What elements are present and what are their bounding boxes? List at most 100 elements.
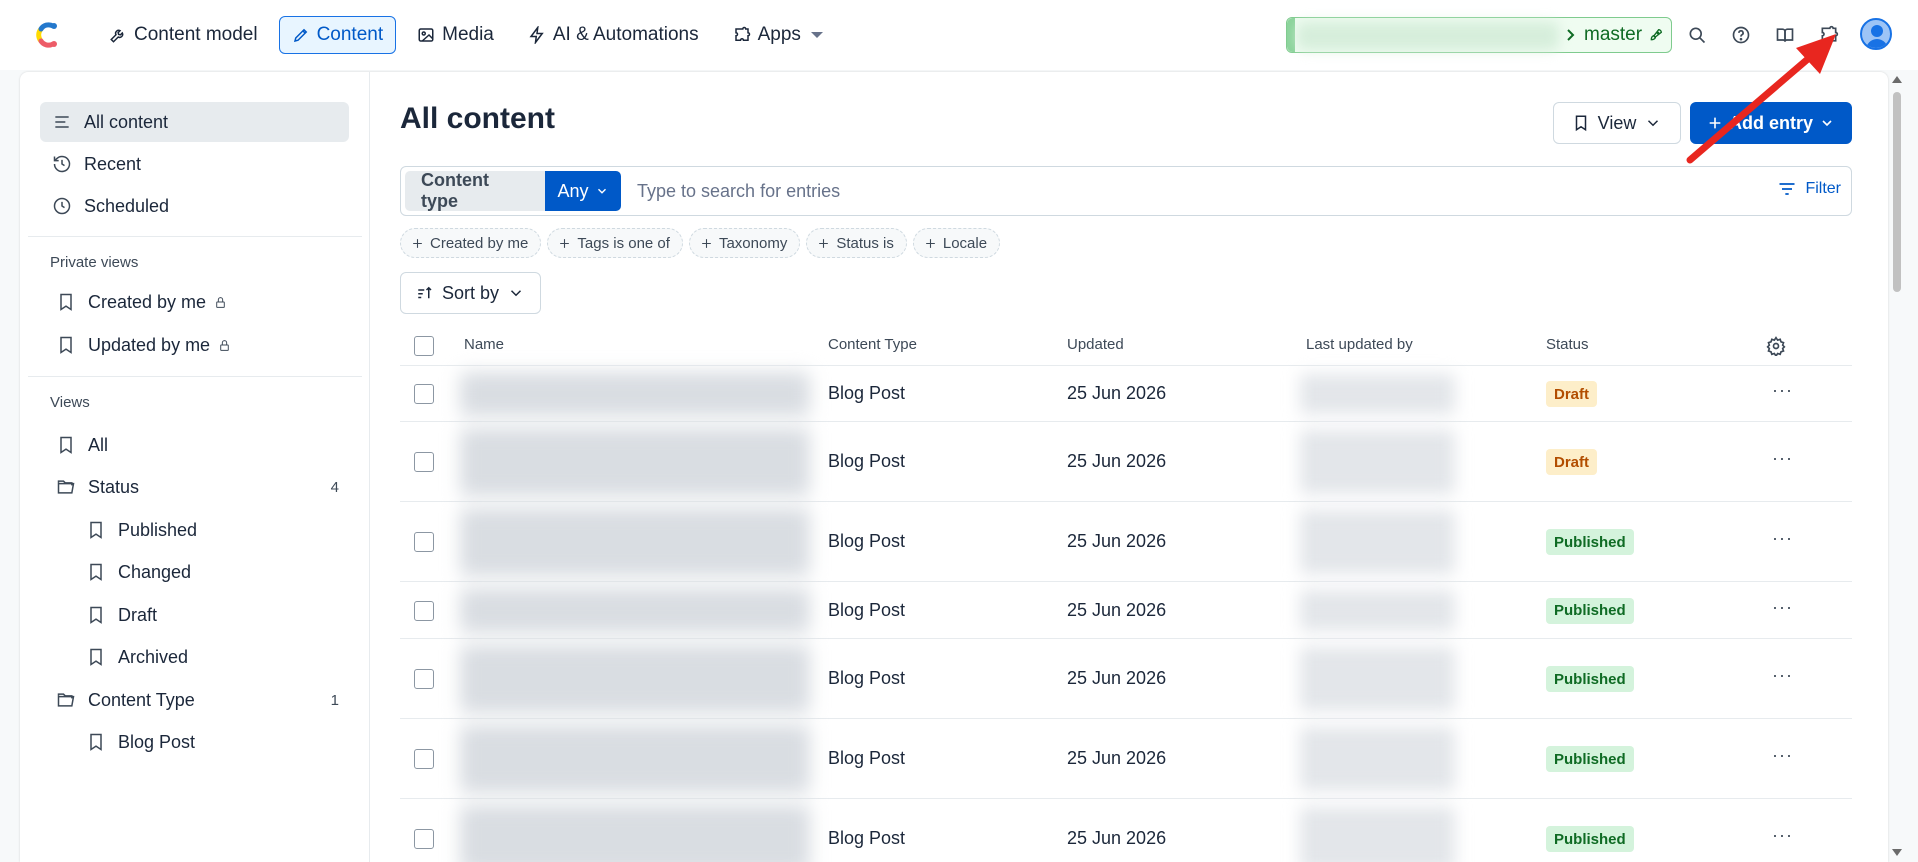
sidebar-item-scheduled[interactable]: Scheduled — [40, 186, 349, 226]
search-input[interactable] — [637, 171, 1637, 211]
table-row[interactable]: Blog Post 25 Jun 2026 Published ··· — [400, 502, 1852, 582]
sidebar-divider — [28, 376, 362, 377]
sidebar-item-published[interactable]: Published — [70, 510, 349, 550]
environment-selector[interactable]: master — [1286, 17, 1672, 53]
table-row[interactable]: Blog Post 25 Jun 2026 Published ··· — [400, 639, 1852, 719]
scroll-down-arrow[interactable] — [1892, 849, 1902, 856]
table-row[interactable]: Blog Post 25 Jun 2026 Draft ··· — [400, 422, 1852, 502]
entry-name-redacted[interactable] — [460, 372, 810, 416]
chip-tags[interactable]: Tags is one of — [547, 228, 683, 258]
help-button[interactable] — [1730, 18, 1752, 52]
sort-by-button[interactable]: Sort by — [400, 272, 541, 314]
chip-locale[interactable]: Locale — [912, 228, 1001, 258]
add-entry-button[interactable]: Add entry — [1690, 102, 1852, 144]
sidebar-item-blog-post[interactable]: Blog Post — [70, 722, 349, 762]
view-button[interactable]: View — [1553, 102, 1681, 144]
row-checkbox[interactable] — [414, 532, 434, 552]
row-menu-button[interactable]: ··· — [1772, 597, 1793, 618]
sidebar-item-label: Published — [118, 519, 198, 540]
scroll-thumb[interactable] — [1893, 92, 1901, 292]
row-checkbox[interactable] — [414, 452, 434, 472]
row-menu-button[interactable]: ··· — [1772, 825, 1793, 846]
cell-content-type: Blog Post — [828, 599, 906, 620]
main-panel: All content Recent Scheduled Private vie… — [20, 72, 1888, 862]
chip-label: Locale — [942, 234, 988, 252]
list-icon — [55, 116, 69, 128]
sidebar-item-draft[interactable]: Draft — [70, 595, 349, 635]
contentful-logo[interactable] — [32, 19, 62, 51]
column-last-updated-by[interactable]: Last updated by — [1306, 336, 1413, 353]
column-updated[interactable]: Updated — [1067, 336, 1124, 353]
sidebar-item-label: Updated by me — [88, 334, 211, 355]
entry-name-redacted[interactable] — [460, 508, 810, 576]
chip-created-by-me[interactable]: Created by me — [400, 228, 542, 258]
column-content-type[interactable]: Content Type — [828, 336, 917, 353]
avatar-head — [1871, 25, 1883, 37]
sidebar-item-archived[interactable]: Archived — [70, 637, 349, 677]
nav-content-label: Content — [316, 24, 384, 45]
table-row[interactable]: Blog Post 25 Jun 2026 Published ··· — [400, 799, 1852, 862]
content-sidebar: All content Recent Scheduled Private vie… — [20, 72, 370, 862]
column-name[interactable]: Name — [464, 336, 504, 353]
avatar-body — [1866, 39, 1888, 48]
entry-name-redacted[interactable] — [460, 428, 810, 496]
nav-content-model-label: Content model — [134, 24, 258, 45]
last-updated-by-redacted — [1300, 590, 1455, 631]
filter-button[interactable]: Filter — [1777, 179, 1841, 199]
sidebar-item-created-by-me[interactable]: Created by me — [40, 282, 349, 322]
row-menu-button[interactable]: ··· — [1772, 380, 1793, 401]
apps-button[interactable] — [1818, 18, 1840, 52]
table-row[interactable]: Blog Post 25 Jun 2026 Draft ··· — [400, 366, 1852, 422]
view-button-label: View — [1597, 112, 1637, 133]
select-all-checkbox[interactable] — [414, 336, 434, 356]
column-status[interactable]: Status — [1546, 336, 1589, 353]
sidebar-item-changed[interactable]: Changed — [70, 552, 349, 592]
sidebar-folder-content-type[interactable]: Content Type 1 — [40, 680, 349, 720]
sidebar-item-updated-by-me[interactable]: Updated by me — [40, 325, 349, 365]
scroll-up-arrow[interactable] — [1892, 76, 1902, 83]
bookmark-icon — [60, 293, 72, 311]
entry-name-redacted[interactable] — [460, 805, 810, 862]
nav-apps[interactable]: Apps — [720, 16, 839, 54]
entry-name-redacted[interactable] — [460, 725, 810, 793]
sidebar-item-recent[interactable]: Recent — [40, 144, 349, 184]
table-row[interactable]: Blog Post 25 Jun 2026 Published ··· — [400, 719, 1852, 799]
nav-content-model[interactable]: Content model — [96, 16, 271, 54]
filter-icon — [1779, 183, 1795, 195]
row-checkbox[interactable] — [414, 600, 434, 621]
column-settings-button[interactable] — [1766, 336, 1786, 358]
page-scrollbar[interactable] — [1888, 72, 1906, 862]
sidebar-item-label: Changed — [118, 561, 192, 582]
docs-button[interactable] — [1774, 18, 1796, 52]
sort-label: Sort by — [441, 282, 500, 303]
chip-status[interactable]: Status is — [806, 228, 907, 258]
nav-content[interactable]: Content — [278, 16, 397, 54]
chevron-right-icon — [1567, 29, 1575, 41]
search-button[interactable] — [1686, 18, 1708, 52]
entry-name-redacted[interactable] — [460, 645, 810, 713]
table-row[interactable]: Blog Post 25 Jun 2026 Published ··· — [400, 582, 1852, 639]
nav-ai-automations[interactable]: AI & Automations — [515, 16, 712, 54]
row-checkbox[interactable] — [414, 669, 434, 689]
row-menu-button[interactable]: ··· — [1772, 528, 1793, 549]
sidebar-folder-status[interactable]: Status 4 — [40, 467, 349, 507]
sort-icon — [418, 286, 432, 299]
history-icon — [53, 155, 71, 173]
chip-label: Taxonomy — [718, 234, 788, 252]
row-menu-button[interactable]: ··· — [1772, 448, 1793, 469]
user-avatar[interactable] — [1860, 18, 1892, 50]
top-navigation-bar: Content model Content Media AI & Automat… — [0, 0, 1918, 70]
image-icon — [418, 28, 434, 42]
row-menu-button[interactable]: ··· — [1772, 665, 1793, 686]
entry-name-redacted[interactable] — [460, 588, 810, 633]
sidebar-item-view-all[interactable]: All — [40, 425, 349, 465]
nav-media-label: Media — [442, 24, 494, 45]
chip-taxonomy[interactable]: Taxonomy — [688, 228, 801, 258]
row-checkbox[interactable] — [414, 384, 434, 404]
row-menu-button[interactable]: ··· — [1772, 745, 1793, 766]
sidebar-item-all-content[interactable]: All content — [40, 102, 349, 142]
content-type-select[interactable]: Any — [545, 171, 621, 211]
row-checkbox[interactable] — [414, 829, 434, 849]
nav-media[interactable]: Media — [404, 16, 507, 54]
row-checkbox[interactable] — [414, 749, 434, 769]
